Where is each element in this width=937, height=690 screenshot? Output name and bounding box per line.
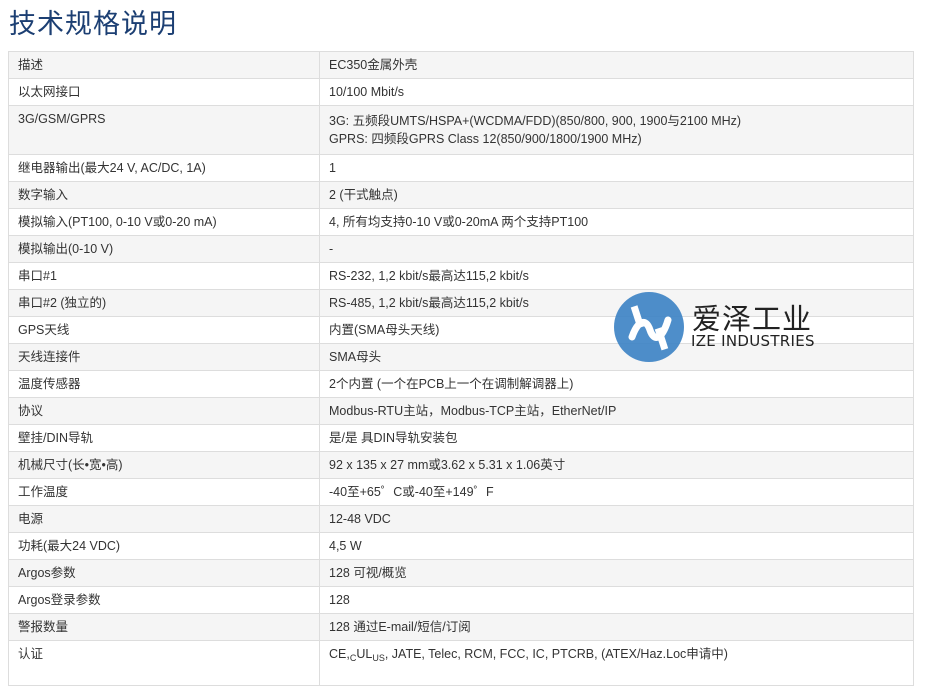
table-row: 协议 Modbus-RTU主站，Modbus-TCP主站，EtherNet/IP [8,397,914,425]
spec-label: 数字输入 [8,181,320,209]
spec-value: 2 (干式触点) [319,181,914,209]
spec-value: RS-232, 1,2 kbit/s最高达115,2 kbit/s [319,262,914,290]
table-row: 模拟输出(0-10 V) - [8,235,914,263]
spec-label: Argos参数 [8,559,320,587]
spec-value-line: 3G: 五频段UMTS/HSPA+(WCDMA/FDD)(850/800, 90… [329,114,742,128]
spec-value: 4,5 W [319,532,914,560]
spec-label: 以太网接口 [8,78,320,106]
spec-value: SMA母头 [319,343,914,371]
table-row: 壁挂/DIN导轨 是/是 具DIN导轨安装包 [8,424,914,452]
table-row: 电源 12-48 VDC [8,505,914,533]
certification-value: CE,CULUS, JATE, Telec, RCM, FCC, IC, PTC… [329,647,728,663]
spec-value: 4, 所有均支持0-10 V或0-20mA 两个支持PT100 [319,208,914,236]
table-row: 继电器输出(最大24 V, AC/DC, 1A) 1 [8,154,914,182]
spec-value: EC350金属外壳 [319,51,914,79]
table-row: 以太网接口 10/100 Mbit/s [8,78,914,106]
spec-value: -40至+65゜C或-40至+149゜F [319,478,914,506]
spec-value: Modbus-RTU主站，Modbus-TCP主站，EtherNet/IP [319,397,914,425]
table-row: 机械尺寸(长•宽•高) 92 x 135 x 27 mm或3.62 x 5.31… [8,451,914,479]
spec-value: 10/100 Mbit/s [319,78,914,106]
spec-label: GPS天线 [8,316,320,344]
cul-mark-us: US [372,653,385,663]
spec-value: 128 [319,586,914,614]
spec-label: 壁挂/DIN导轨 [8,424,320,452]
table-row: Argos参数 128 可视/概览 [8,559,914,587]
spec-label: 天线连接件 [8,343,320,371]
table-row: 工作温度 -40至+65゜C或-40至+149゜F [8,478,914,506]
table-row: 3G/GSM/GPRS 3G: 五频段UMTS/HSPA+(WCDMA/FDD)… [8,105,914,155]
table-row: Argos登录参数 128 [8,586,914,614]
spec-label: 模拟输入(PT100, 0-10 V或0-20 mA) [8,208,320,236]
page-title: 技术规格说明 [9,9,177,40]
spec-label: 警报数量 [8,613,320,641]
certification-list: , JATE, Telec, RCM, FCC, IC, PTCRB, (ATE… [384,647,728,661]
spec-label: 继电器输出(最大24 V, AC/DC, 1A) [8,154,320,182]
spec-label: 电源 [8,505,320,533]
spec-value: 是/是 具DIN导轨安装包 [319,424,914,452]
spec-value: 128 可视/概览 [319,559,914,587]
spec-value: CE,CULUS, JATE, Telec, RCM, FCC, IC, PTC… [319,640,914,686]
spec-label: 串口#2 (独立的) [8,289,320,317]
spec-label: 描述 [8,51,320,79]
cul-mark-ul: UL [356,647,373,661]
spec-value-line: GPRS: 四频段GPRS Class 12(850/900/1800/1900… [329,132,642,146]
spec-label: 协议 [8,397,320,425]
table-row: 认证 CE,CULUS, JATE, Telec, RCM, FCC, IC, … [8,640,914,686]
table-row: 模拟输入(PT100, 0-10 V或0-20 mA) 4, 所有均支持0-10… [8,208,914,236]
spec-label: 认证 [8,640,320,686]
table-row: 数字输入 2 (干式触点) [8,181,914,209]
spec-label: 模拟输出(0-10 V) [8,235,320,263]
spec-label: 机械尺寸(长•宽•高) [8,451,320,479]
spec-label: 温度传感器 [8,370,320,398]
spec-label: 串口#1 [8,262,320,290]
spec-label: Argos登录参数 [8,586,320,614]
spec-table: 描述 EC350金属外壳 以太网接口 10/100 Mbit/s 3G/GSM/… [8,51,914,686]
table-row: 串口#2 (独立的) RS-485, 1,2 kbit/s最高达115,2 kb… [8,289,914,317]
table-row: 描述 EC350金属外壳 [8,51,914,79]
spec-label: 3G/GSM/GPRS [8,105,320,155]
table-row: 串口#1 RS-232, 1,2 kbit/s最高达115,2 kbit/s [8,262,914,290]
spec-value: 128 通过E-mail/短信/订阅 [319,613,914,641]
table-row: GPS天线 内置(SMA母头天线) [8,316,914,344]
spec-value: 1 [319,154,914,182]
table-row: 功耗(最大24 VDC) 4,5 W [8,532,914,560]
spec-value: 12-48 VDC [319,505,914,533]
ce-mark: CE, [329,647,350,661]
table-row: 警报数量 128 通过E-mail/短信/订阅 [8,613,914,641]
spec-value: 2个内置 (一个在PCB上一个在调制解调器上) [319,370,914,398]
spec-value: RS-485, 1,2 kbit/s最高达115,2 kbit/s [319,289,914,317]
spec-value: 92 x 135 x 27 mm或3.62 x 5.31 x 1.06英寸 [319,451,914,479]
spec-value: - [319,235,914,263]
spec-value: 3G: 五频段UMTS/HSPA+(WCDMA/FDD)(850/800, 90… [319,105,914,155]
table-row: 天线连接件 SMA母头 [8,343,914,371]
spec-value: 内置(SMA母头天线) [319,316,914,344]
table-row: 温度传感器 2个内置 (一个在PCB上一个在调制解调器上) [8,370,914,398]
spec-label: 工作温度 [8,478,320,506]
spec-label: 功耗(最大24 VDC) [8,532,320,560]
